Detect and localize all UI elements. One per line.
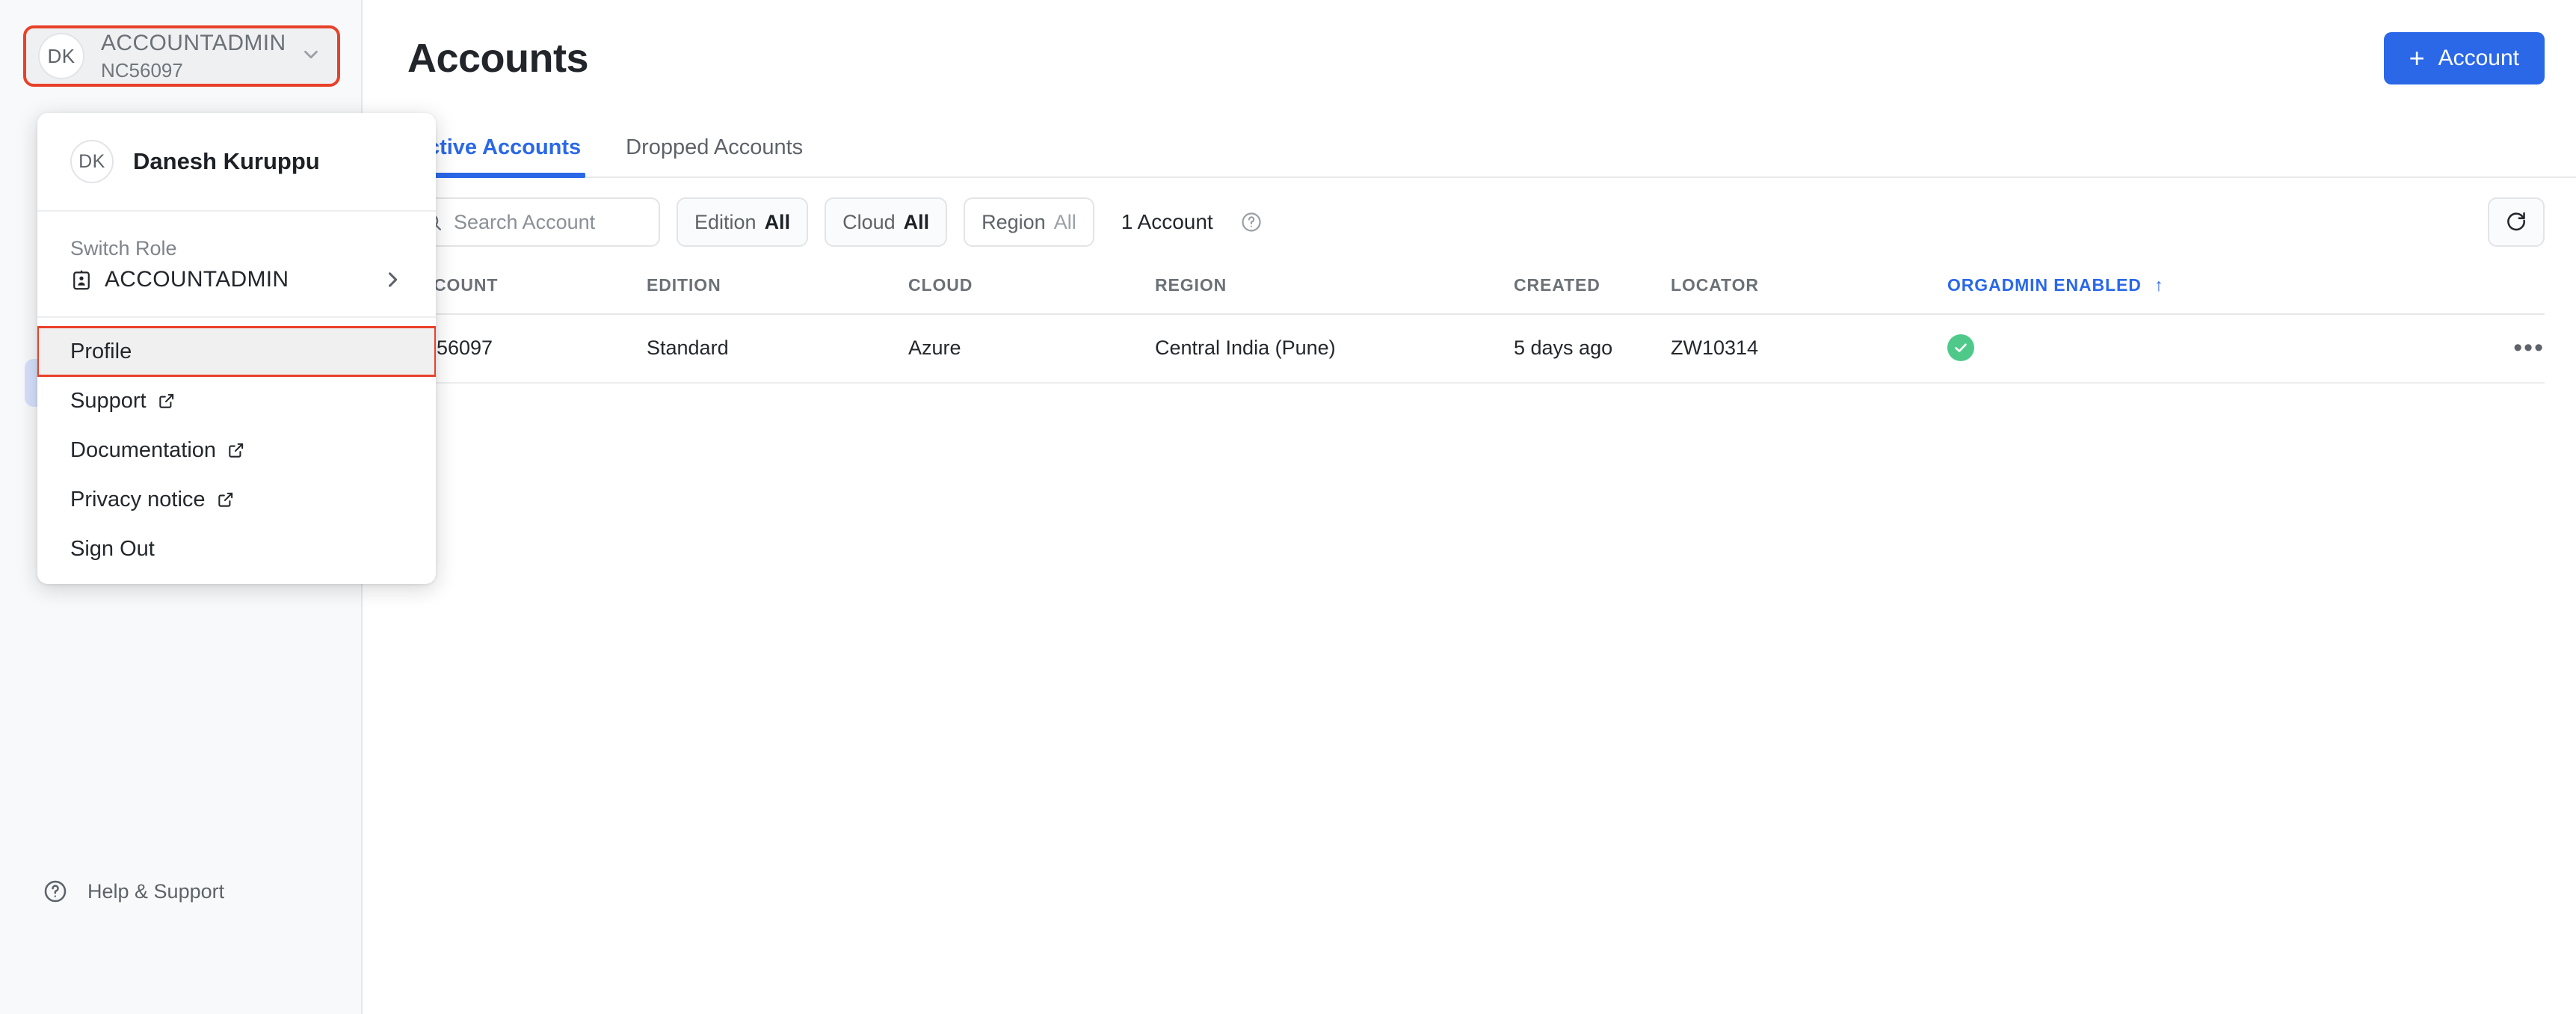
cell-account: NC56097 xyxy=(407,314,647,383)
cell-cloud: Azure xyxy=(908,314,1155,383)
switch-role-label: Switch Role xyxy=(70,234,403,262)
filter-bar: Edition All Cloud All Region All 1 Accou… xyxy=(363,178,2576,265)
column-header-account[interactable]: ACCOUNT xyxy=(407,265,647,314)
column-header-actions xyxy=(2366,265,2545,314)
table-header: ACCOUNT EDITION CLOUD REGION CREATED LOC… xyxy=(407,265,2545,314)
sidebar-item-label: Help & Support xyxy=(87,880,224,903)
dropdown-item-documentation[interactable]: Documentation xyxy=(37,425,436,475)
region-filter[interactable]: Region All xyxy=(964,197,1094,247)
user-dropdown-menu: DK Danesh Kuruppu Switch Role ACCOUNTADM… xyxy=(37,113,436,584)
table-header-row: ACCOUNT EDITION CLOUD REGION CREATED LOC… xyxy=(407,265,2545,314)
help-circle-icon xyxy=(43,879,68,904)
main-content: Accounts + Account Active Accounts Dropp… xyxy=(363,0,2576,1014)
refresh-button[interactable] xyxy=(2488,197,2545,247)
id-badge-icon xyxy=(70,268,93,291)
column-header-edition[interactable]: EDITION xyxy=(647,265,908,314)
tab-bar: Active Accounts Dropped Accounts xyxy=(363,117,2576,178)
dropdown-user-name: Danesh Kuruppu xyxy=(133,148,320,175)
dropdown-item-label: Profile xyxy=(70,339,132,364)
dropdown-item-sign-out[interactable]: Sign Out xyxy=(37,524,436,574)
page-title: Accounts xyxy=(407,35,588,82)
region-filter-label: Region xyxy=(982,211,1046,234)
edition-filter[interactable]: Edition All xyxy=(677,197,808,247)
page-header: Accounts + Account xyxy=(363,0,2576,117)
external-link-icon xyxy=(227,440,246,460)
switch-role-button[interactable]: ACCOUNTADMIN xyxy=(70,262,403,309)
app-root: DK ACCOUNTADMIN NC56097 Warehouses Users… xyxy=(0,0,2576,1014)
avatar: DK xyxy=(70,140,114,183)
column-header-locator[interactable]: LOCATOR xyxy=(1671,265,1947,314)
role-selector-button[interactable]: DK ACCOUNTADMIN NC56097 xyxy=(25,27,339,85)
dropdown-user-header: DK Danesh Kuruppu xyxy=(37,113,436,212)
chevron-right-icon xyxy=(382,269,403,290)
cell-region: Central India (Pune) xyxy=(1155,314,1514,383)
column-header-region[interactable]: REGION xyxy=(1155,265,1514,314)
edition-filter-value: All xyxy=(765,211,791,234)
dropdown-item-label: Privacy notice xyxy=(70,488,206,512)
dropdown-item-profile[interactable]: Profile xyxy=(37,327,436,376)
accounts-table-wrapper: ACCOUNT EDITION CLOUD REGION CREATED LOC… xyxy=(363,265,2576,384)
table-row[interactable]: NC56097 Standard Azure Central India (Pu… xyxy=(407,314,2545,383)
check-circle-icon xyxy=(1947,334,1974,361)
refresh-icon xyxy=(2504,209,2528,236)
cell-locator: ZW10314 xyxy=(1671,314,1947,383)
role-selector-text: ACCOUNTADMIN NC56097 xyxy=(101,29,300,83)
sidebar: DK ACCOUNTADMIN NC56097 Warehouses Users… xyxy=(0,0,363,1014)
dropdown-item-support[interactable]: Support xyxy=(37,376,436,425)
tab-dropped-accounts[interactable]: Dropped Accounts xyxy=(621,135,807,176)
dropdown-divider xyxy=(37,316,436,318)
add-account-label: Account xyxy=(2438,46,2519,71)
account-count: 1 Account xyxy=(1121,210,1213,234)
accounts-table: ACCOUNT EDITION CLOUD REGION CREATED LOC… xyxy=(407,265,2545,384)
external-link-icon xyxy=(216,490,235,509)
row-actions-button[interactable]: ••• xyxy=(2366,314,2545,383)
column-header-cloud[interactable]: CLOUD xyxy=(908,265,1155,314)
table-body: NC56097 Standard Azure Central India (Pu… xyxy=(407,314,2545,383)
avatar: DK xyxy=(38,33,84,79)
plus-icon: + xyxy=(2409,45,2425,72)
chevron-down-icon xyxy=(300,43,322,70)
edition-filter-label: Edition xyxy=(694,211,757,234)
cell-orgadmin-enabled xyxy=(1947,314,2366,383)
dropdown-item-label: Sign Out xyxy=(70,537,155,562)
region-filter-value: All xyxy=(1054,211,1076,234)
column-header-label: ORGADMIN ENABLED xyxy=(1947,275,2142,295)
sidebar-item-help-support[interactable]: Help & Support xyxy=(25,867,338,915)
column-header-orgadmin-enabled[interactable]: ORGADMIN ENABLED ↑ xyxy=(1947,265,2366,314)
cell-created: 5 days ago xyxy=(1514,314,1671,383)
cloud-filter-value: All xyxy=(904,211,930,234)
dropdown-item-label: Support xyxy=(70,389,147,414)
column-header-created[interactable]: CREATED xyxy=(1514,265,1671,314)
switch-role-section: Switch Role ACCOUNTADMIN xyxy=(37,212,436,313)
switch-role-current: ACCOUNTADMIN xyxy=(105,267,289,292)
search-account-box[interactable] xyxy=(407,197,660,247)
add-account-button[interactable]: + Account xyxy=(2384,32,2545,84)
cloud-filter[interactable]: Cloud All xyxy=(825,197,947,247)
role-selector-role: ACCOUNTADMIN xyxy=(101,29,300,58)
external-link-icon xyxy=(157,391,176,411)
role-selector-account: NC56097 xyxy=(101,58,300,83)
dropdown-item-privacy-notice[interactable]: Privacy notice xyxy=(37,475,436,524)
help-circle-icon[interactable] xyxy=(1240,211,1263,233)
dropdown-item-label: Documentation xyxy=(70,438,216,463)
cell-edition: Standard xyxy=(647,314,908,383)
search-input[interactable] xyxy=(454,211,645,234)
sort-ascending-icon: ↑ xyxy=(2154,275,2163,295)
cloud-filter-label: Cloud xyxy=(842,211,896,234)
